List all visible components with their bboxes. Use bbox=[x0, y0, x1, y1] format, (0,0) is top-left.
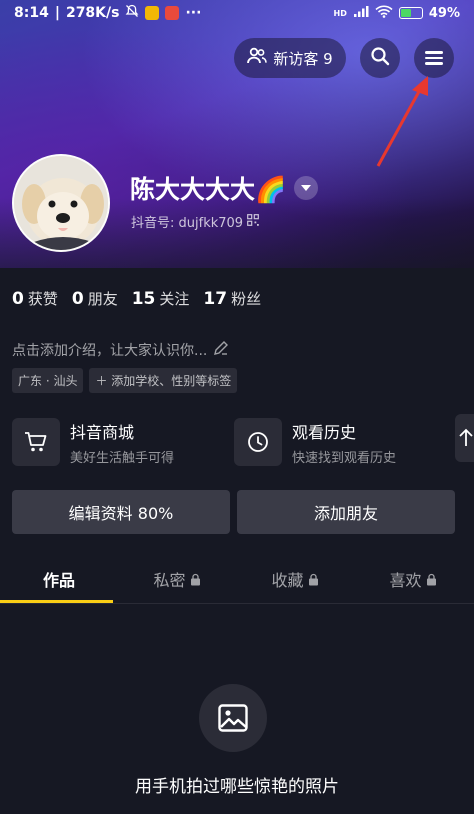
signal-icon bbox=[353, 5, 369, 22]
app-notification-icon bbox=[145, 6, 160, 20]
annotation-arrow bbox=[376, 76, 428, 167]
profile-stats: 0 获赞 0 朋友 15 关注 17 粉丝 bbox=[12, 288, 261, 309]
tab-likes[interactable]: 喜欢 bbox=[354, 556, 472, 602]
add-tags-button[interactable]: ＋ 添加学校、性别等标签 bbox=[89, 368, 238, 393]
new-visitors-label: 新访客 9 bbox=[273, 49, 333, 68]
stat-likes[interactable]: 0 获赞 bbox=[12, 288, 58, 309]
upload-arrow-icon bbox=[459, 428, 473, 446]
status-bar: 8:14 | 278K/s ··· HD 49% bbox=[14, 4, 460, 22]
profile-tags: 广东 · 汕头 ＋ 添加学校、性别等标签 bbox=[12, 368, 238, 393]
bio-edit[interactable]: 点击添加介绍，让大家认识你... bbox=[12, 340, 229, 360]
menu-icon bbox=[425, 48, 443, 68]
more-dots-icon: ··· bbox=[185, 5, 202, 21]
shortcut-douyin-mall[interactable]: 抖音商城 美好生活触手可得 bbox=[12, 414, 174, 470]
stat-followers[interactable]: 17 粉丝 bbox=[203, 288, 261, 309]
shortcut-partial[interactable] bbox=[455, 414, 474, 462]
stat-following[interactable]: 15 关注 bbox=[132, 288, 190, 309]
visitors-icon bbox=[247, 47, 268, 69]
stat-label: 获赞 bbox=[27, 290, 58, 308]
lock-icon bbox=[190, 573, 200, 585]
cart-icon bbox=[12, 418, 60, 466]
shortcut-subtitle: 美好生活触手可得 bbox=[70, 450, 175, 466]
content-tabs: 作品 私密 收藏 喜欢 bbox=[0, 556, 474, 604]
shortcut-subtitle: 快速找到观看历史 bbox=[292, 450, 397, 466]
stat-label: 粉丝 bbox=[231, 290, 262, 308]
image-icon[interactable] bbox=[199, 684, 267, 752]
tab-works[interactable]: 作品 bbox=[0, 556, 118, 602]
search-icon bbox=[370, 46, 390, 70]
clock-icon bbox=[234, 418, 282, 466]
tab-favorites[interactable]: 收藏 bbox=[236, 556, 354, 602]
profile-name-text: 陈大大大大🌈 bbox=[130, 175, 287, 204]
tab-divider bbox=[0, 603, 474, 604]
add-friend-button[interactable]: 添加朋友 bbox=[237, 490, 455, 534]
stat-number: 15 bbox=[131, 289, 156, 309]
stat-label: 关注 bbox=[159, 290, 190, 308]
profile-name: 陈大大大大🌈 bbox=[130, 170, 319, 206]
shortcut-watch-history[interactable]: 观看历史 快速找到观看历史 bbox=[234, 414, 396, 470]
tab-label: 私密 bbox=[153, 571, 186, 590]
bio-placeholder: 点击添加介绍，让大家认识你... bbox=[12, 343, 208, 359]
stat-number: 17 bbox=[203, 289, 228, 309]
tab-label: 喜欢 bbox=[389, 571, 422, 590]
pencil-icon bbox=[213, 340, 229, 360]
mute-bell-icon bbox=[125, 4, 139, 22]
stat-number: 0 bbox=[12, 289, 24, 309]
stat-number: 0 bbox=[71, 289, 84, 309]
app-notification-icon bbox=[165, 6, 180, 20]
stat-friends[interactable]: 0 朋友 bbox=[72, 288, 118, 309]
qr-code-icon[interactable] bbox=[247, 213, 259, 230]
account-switch-button[interactable] bbox=[294, 176, 319, 200]
douyin-id: 抖音号: dujfkk709 bbox=[131, 212, 259, 231]
stat-label: 朋友 bbox=[87, 290, 118, 308]
empty-state-text: 用手机拍过哪些惊艳的照片 bbox=[135, 777, 339, 797]
status-time: 8:14 bbox=[14, 5, 49, 21]
status-network-speed: 278K/s bbox=[65, 5, 120, 21]
caret-down-icon bbox=[301, 185, 312, 191]
lock-icon bbox=[426, 573, 436, 585]
shortcut-title: 抖音商城 bbox=[70, 422, 135, 442]
avatar[interactable] bbox=[12, 154, 110, 252]
lock-icon bbox=[308, 573, 318, 585]
tab-label: 收藏 bbox=[271, 571, 304, 590]
shortcut-title: 观看历史 bbox=[292, 422, 357, 442]
location-tag[interactable]: 广东 · 汕头 bbox=[12, 368, 84, 393]
dog-avatar-image bbox=[14, 156, 108, 250]
tab-label: 作品 bbox=[42, 571, 75, 590]
douyin-id-text: 抖音号: dujfkk709 bbox=[131, 216, 244, 231]
hd-signal-label: HD bbox=[333, 8, 347, 18]
battery-icon bbox=[398, 7, 423, 19]
wifi-icon bbox=[375, 5, 393, 22]
new-visitors-button[interactable]: 新访客 9 bbox=[234, 38, 346, 78]
edit-profile-button[interactable]: 编辑资料 80% bbox=[12, 490, 230, 534]
tab-private[interactable]: 私密 bbox=[118, 556, 236, 602]
battery-percent: 49% bbox=[428, 5, 460, 21]
